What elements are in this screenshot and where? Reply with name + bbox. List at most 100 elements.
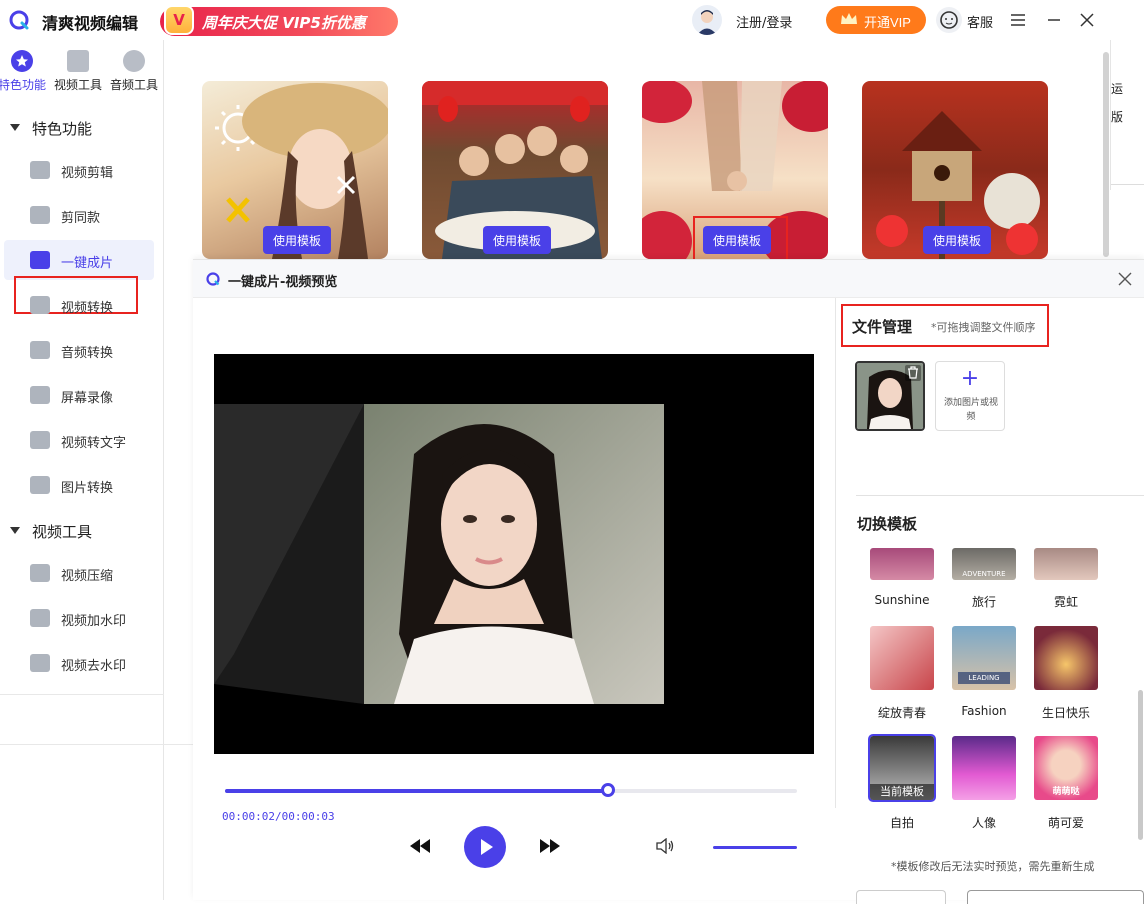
template-thumbnail: 萌萌哒 [1034,736,1098,800]
fast-forward-icon[interactable] [539,837,561,859]
use-template-button[interactable]: 使用模板 [263,226,331,254]
rewind-icon[interactable] [409,837,431,859]
video-frame [214,354,814,754]
template-option-portrait[interactable]: 人像 [952,736,1016,800]
edge-text-1: 运 [1111,80,1123,97]
sidebar-item-screen-record[interactable]: 屏幕录像 [4,375,154,415]
volume-slider[interactable] [713,846,797,849]
section-video-tools-header[interactable]: 视频工具 [10,521,92,542]
sidebar-item-video-compress[interactable]: 视频压缩 [4,553,154,593]
section-feature-header[interactable]: 特色功能 [10,118,92,139]
panel-divider [835,298,836,808]
video-player[interactable] [214,354,814,754]
sidebar-item-same-style[interactable]: 剪同款 [4,195,154,235]
template-note: *模板修改后无法实时预览，需先重新生成 [891,858,1095,874]
use-template-button[interactable]: 使用模板 [483,226,551,254]
sidebar-item-picture-convert[interactable]: 图片转换 [4,465,154,505]
sidebar-item-label: 视频去水印 [61,655,126,674]
customer-service-icon[interactable] [936,7,962,33]
mic-icon [30,341,50,359]
tab-feature[interactable]: 特色功能 [0,50,50,93]
edge-text-2: 版 [1111,108,1123,125]
minimize-icon[interactable] [1042,8,1066,32]
sidebar-item-remove-watermark[interactable]: 视频去水印 [4,643,154,683]
section-video-tools-title: 视频工具 [32,523,92,541]
template-name: 绽放青春 [857,704,947,721]
template-thumbnail: 当前模板 [870,736,934,800]
promo-banner[interactable]: V 周年庆大促 VIP5折优惠 [160,7,398,36]
template-option-cute[interactable]: 萌萌哒 萌可爱 [1034,736,1098,800]
caret-down-icon [10,527,20,534]
close-icon[interactable] [1118,268,1132,291]
sidebar-item-one-click[interactable]: 一键成片 [4,240,154,280]
progress-bar[interactable] [225,789,797,793]
film-icon [67,50,89,72]
highlight-box [693,216,788,264]
sidebar-divider [0,744,193,745]
play-button[interactable] [464,826,506,868]
template-option-selfie[interactable]: 当前模板 自拍 [870,736,934,800]
add-media-button[interactable]: + 添加图片或视频 [935,361,1005,431]
template-thumbnail: ADVENTURE [952,548,1016,580]
template-option-travel[interactable]: ADVENTURE 旅行 [952,548,1016,580]
sidebar-divider [0,694,164,695]
sidebar-item-audio-convert[interactable]: 音频转换 [4,330,154,370]
panel-header: 一键成片-视频预览 [193,260,1144,298]
template-card-2[interactable]: 使用模板 [422,81,608,259]
secondary-action-button[interactable] [856,890,946,904]
volume-icon[interactable] [655,838,675,858]
app-logo-icon [8,9,30,31]
hamburger-icon[interactable] [1006,8,1030,32]
video-preview-panel: 一键成片-视频预览 00:00:02/00:00:03 [193,259,1144,900]
template-option-fashion[interactable]: LEADING Fashion [952,626,1016,690]
template-option-sunshine[interactable]: Sunshine [870,548,934,580]
template-option-neon[interactable]: 霓虹 [1034,548,1098,580]
scrollbar-thumb[interactable] [1103,52,1109,257]
app-logo-icon [205,271,221,287]
sidebar-item-label: 视频加水印 [61,610,126,629]
template-name: 霓虹 [1021,593,1111,610]
template-card-4[interactable]: 使用模板 [862,81,1048,259]
sidebar-item-label: 图片转换 [61,477,113,496]
sidebar-item-add-watermark[interactable]: 视频加水印 [4,598,154,638]
tab-video-tools-label: 视频工具 [54,78,102,92]
sidebar-item-video-convert[interactable]: 视频转换 [4,285,154,325]
template-thumbnail: LEADING [952,626,1016,690]
delete-icon[interactable] [907,366,919,383]
template-thumbnail [1034,548,1098,580]
section-feature-title: 特色功能 [32,120,92,138]
tab-audio-tools[interactable]: 音频工具 [106,50,162,93]
sidebar-item-video-to-text[interactable]: 视频转文字 [4,420,154,460]
template-option-birthday[interactable]: 生日快乐 [1034,626,1098,690]
tab-feature-label: 特色功能 [0,78,46,92]
login-link[interactable]: 注册/登录 [736,12,792,31]
avatar[interactable] [692,5,722,35]
template-thumbnail [870,548,934,580]
sidebar-item-label: 视频转文字 [61,432,126,451]
tab-video-tools[interactable]: 视频工具 [50,50,106,93]
template-overlay-text: ADVENTURE [952,570,1016,578]
template-list-scrollbar[interactable] [1138,690,1143,840]
video-edit-icon [30,161,50,179]
video-convert-icon [30,296,50,314]
open-vip-button[interactable]: 开通VIP [826,6,926,34]
close-icon[interactable] [1075,8,1099,32]
primary-action-button[interactable] [967,890,1144,904]
sidebar-item-label: 音频转换 [61,342,113,361]
switch-template-title: 切换模板 [857,513,917,534]
user-icon [692,5,722,35]
media-thumbnail[interactable] [855,361,925,431]
time-display: 00:00:02/00:00:03 [222,810,335,823]
template-name: 自拍 [857,814,947,831]
template-option-youth[interactable]: 绽放青春 [870,626,934,690]
star-icon [11,50,33,72]
template-card-1[interactable]: 使用模板 [202,81,388,259]
highlight-box [841,304,1049,347]
customer-service-label[interactable]: 客服 [967,12,993,31]
progress-fill [225,789,608,793]
use-template-button[interactable]: 使用模板 [923,226,991,254]
progress-handle[interactable] [601,783,615,797]
sidebar-item-video-edit[interactable]: 视频剪辑 [4,150,154,190]
background-window-edge: 运 版 [1110,40,1144,190]
one-click-icon [30,251,50,269]
